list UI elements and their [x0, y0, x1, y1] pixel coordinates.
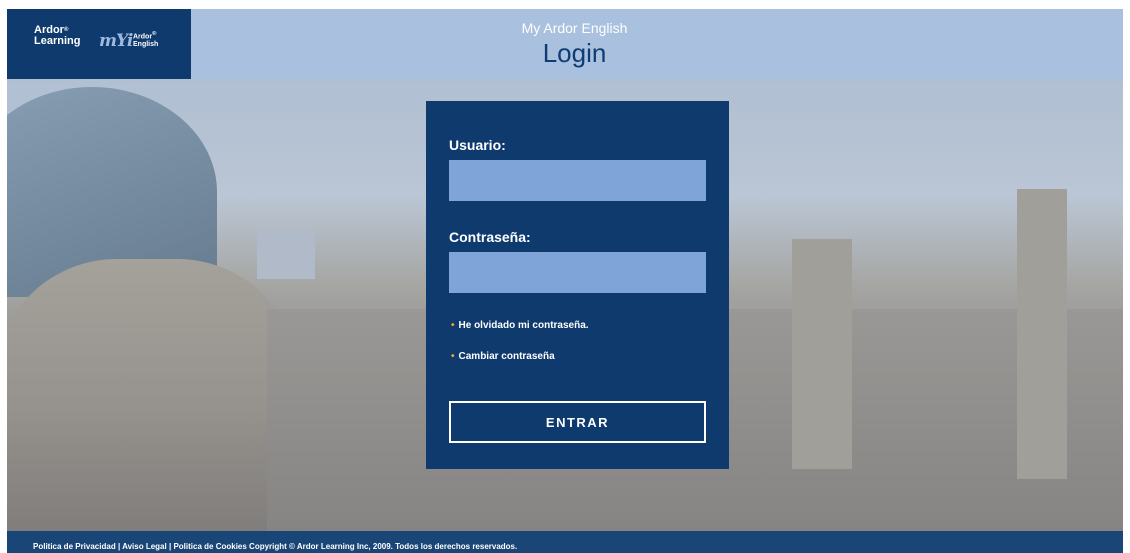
page-frame: Ardor® Learning mYi Ardor® English My Ar…: [7, 9, 1123, 553]
copyright-text: Copyright © Ardor Learning Inc, 2009. To…: [249, 542, 518, 551]
header: Ardor® Learning mYi Ardor® English My Ar…: [7, 9, 1123, 79]
footer-links: Politica de Privacidad | Aviso Legal | P…: [33, 542, 517, 551]
footer-separator: |: [168, 542, 172, 551]
username-label: Usuario:: [449, 137, 506, 153]
password-label: Contraseña:: [449, 229, 531, 245]
login-panel: Usuario: Contraseña: • He olvidado mi con…: [426, 101, 729, 469]
ardor-learning-logo[interactable]: Ardor® Learning: [34, 25, 80, 47]
legal-notice-link[interactable]: Aviso Legal: [122, 542, 167, 551]
change-password-label: Cambiar contraseña: [458, 351, 555, 362]
username-input[interactable]: [449, 160, 706, 201]
footer: Politica de Privacidad | Aviso Legal | P…: [7, 531, 1123, 553]
app-title: My Ardor English: [521, 20, 628, 36]
page-title: Login: [542, 38, 607, 68]
cookie-policy-link[interactable]: Politica de Cookies: [173, 542, 246, 551]
privacy-policy-link[interactable]: Politica de Privacidad: [33, 542, 116, 551]
ardor-english-logo: Ardor® English: [133, 31, 159, 49]
forgot-password-label: He olvidado mi contraseña.: [458, 320, 589, 331]
bullet-dot-icon: •: [451, 320, 455, 331]
forgot-password-link[interactable]: • He olvidado mi contraseña.: [451, 320, 589, 331]
login-submit-button[interactable]: ENTRAR: [449, 401, 706, 443]
password-input[interactable]: [449, 252, 706, 293]
change-password-link[interactable]: • Cambiar contraseña: [451, 351, 555, 362]
footer-separator: |: [117, 542, 121, 551]
my-ardor-english-logo-mark[interactable]: mYi: [99, 31, 133, 51]
logo-area: Ardor® Learning mYi Ardor® English: [7, 9, 191, 79]
bullet-dot-icon: •: [451, 351, 455, 362]
